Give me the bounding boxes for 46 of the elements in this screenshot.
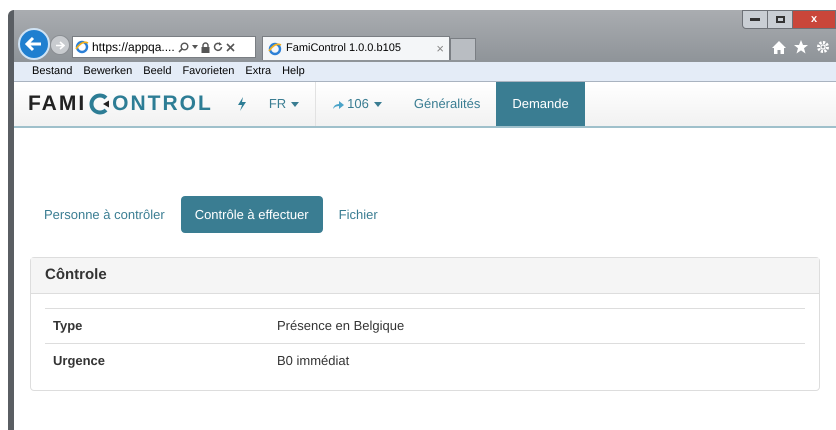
back-button[interactable]: [18, 28, 50, 60]
browser-tab[interactable]: FamiControl 1.0.0.b105 ×: [262, 36, 450, 60]
tab-title: FamiControl 1.0.0.b105: [286, 41, 402, 56]
menu-item[interactable]: Extra: [245, 63, 272, 80]
menu-item[interactable]: Bestand: [32, 63, 72, 80]
logo-icon: [88, 93, 110, 115]
close-button[interactable]: x: [792, 10, 836, 29]
address-text: https://appqa....: [92, 39, 175, 56]
tab[interactable]: Contrôle à effectuer: [180, 196, 323, 233]
nav-link[interactable]: Généralités: [398, 82, 496, 126]
field-value: Présence en Belgique: [277, 317, 404, 336]
tab[interactable]: Fichier: [324, 196, 392, 233]
address-bar[interactable]: https://appqa....: [72, 36, 256, 58]
menu-item[interactable]: Help: [282, 63, 305, 80]
back-arrow-icon: [25, 36, 43, 52]
field-value: B0 immédiat: [277, 352, 350, 370]
menu-item[interactable]: Bewerken: [83, 63, 132, 80]
refresh-icon[interactable]: [212, 42, 223, 52]
browser-logo-icon: [75, 40, 89, 54]
logo-text: FAMI: [28, 91, 86, 118]
caret-icon: [374, 102, 382, 106]
logo-text: ONTROL: [112, 91, 213, 118]
nav-link[interactable]: Demande: [496, 82, 585, 126]
forward-button[interactable]: [50, 35, 70, 55]
close-icon[interactable]: [226, 42, 235, 52]
maximize-button[interactable]: [768, 10, 792, 29]
home-icon[interactable]: [772, 40, 786, 54]
dropdown-button[interactable]: FR: [252, 82, 316, 126]
field-label: Type: [52, 317, 84, 336]
star-icon[interactable]: [794, 40, 808, 54]
tab-close-button[interactable]: ×: [436, 38, 444, 58]
settings-icon[interactable]: [816, 40, 830, 54]
menu-item[interactable]: Favorieten: [182, 63, 234, 80]
share-arrow-icon: [332, 100, 344, 108]
card-title: Côntrole: [31, 258, 819, 294]
browser-logo-icon: [268, 42, 282, 56]
menu-item[interactable]: Beeld: [143, 63, 172, 80]
minimize-button[interactable]: [742, 10, 768, 29]
caret-icon[interactable]: [192, 45, 198, 49]
dropdown-button[interactable]: 106: [315, 82, 398, 126]
forward-arrow-icon: [55, 40, 65, 50]
field-label: Urgence: [52, 352, 106, 370]
caret-icon: [291, 102, 300, 106]
lock-icon: [200, 42, 210, 52]
tab[interactable]: Personne à contrôler: [30, 196, 179, 233]
search-icon[interactable]: [178, 42, 189, 52]
